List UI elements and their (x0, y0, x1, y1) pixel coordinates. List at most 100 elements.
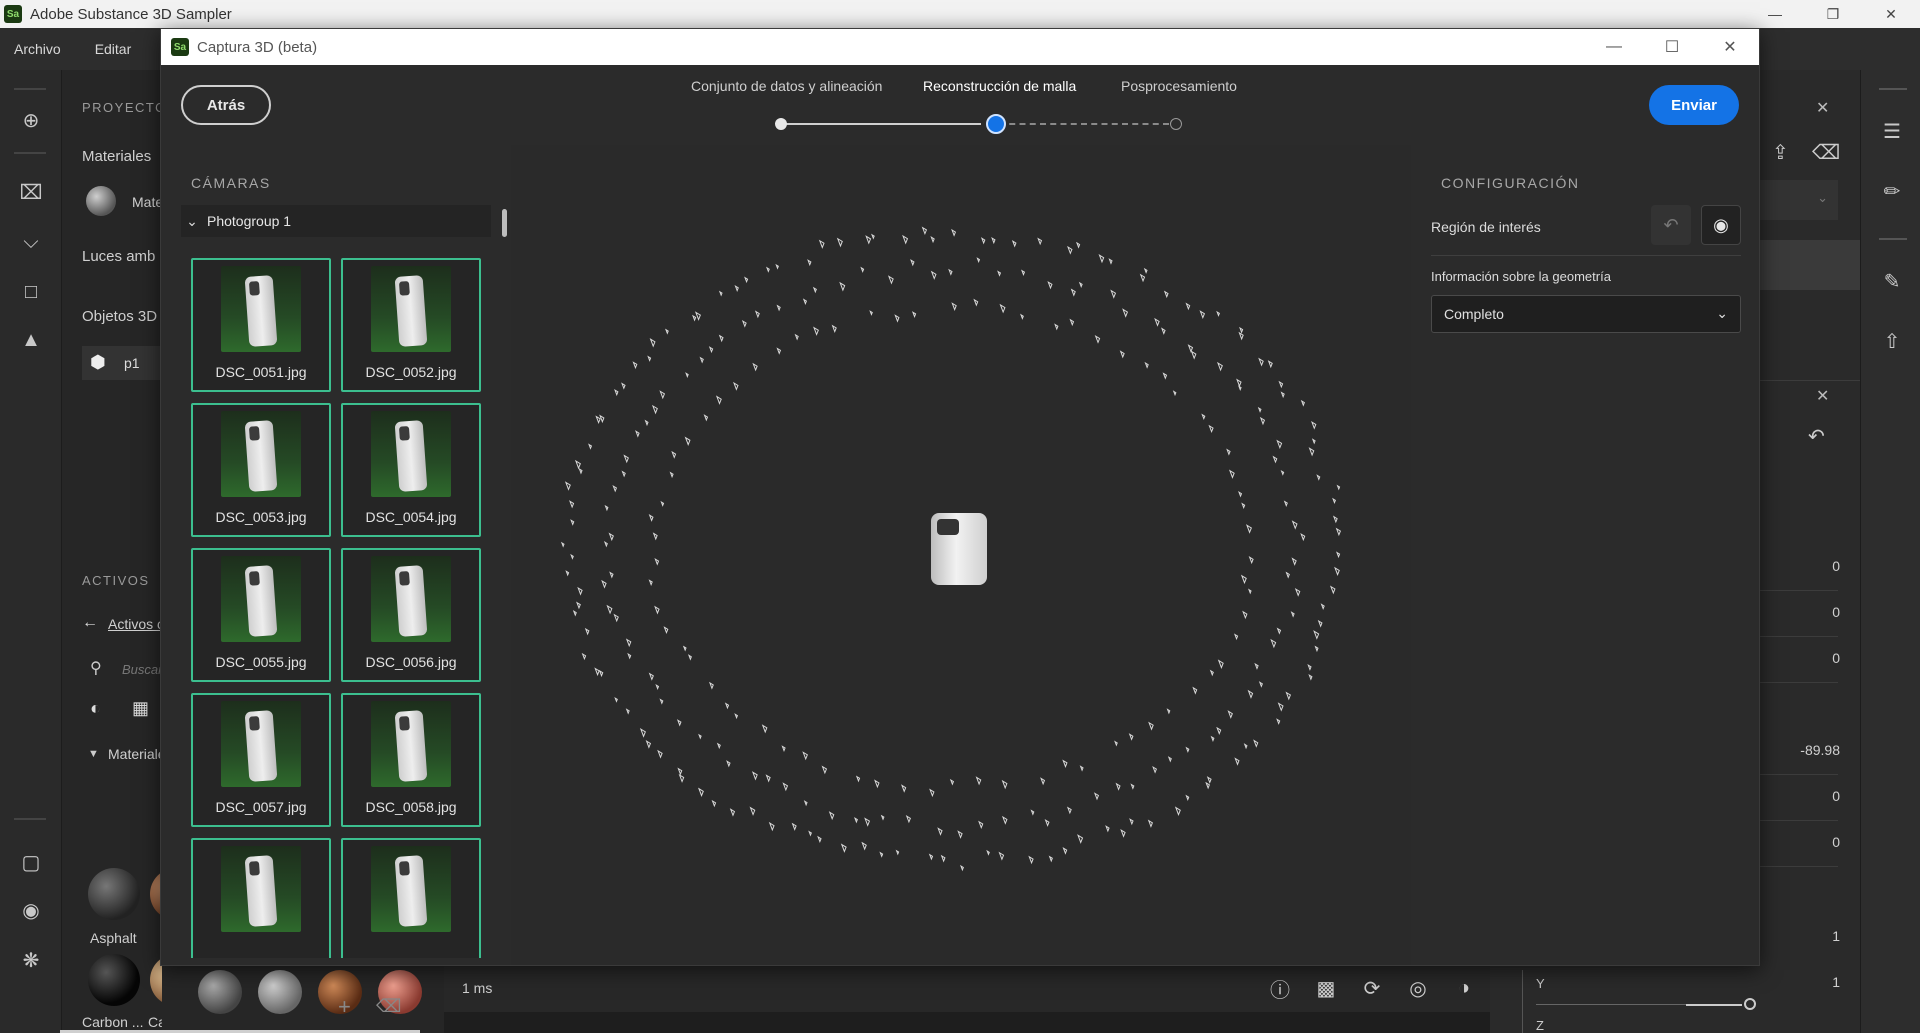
chevron-down-icon[interactable]: ⌄ (181, 213, 203, 230)
camera-thumb[interactable] (191, 838, 331, 958)
menu-archivo[interactable]: Archivo (0, 41, 75, 57)
3d-viewport[interactable] (511, 145, 1411, 965)
photogroup-header[interactable]: ⌄ Photogroup 1 (181, 205, 491, 237)
reconstructed-object[interactable] (931, 513, 987, 585)
menu-editar[interactable]: Editar (81, 41, 146, 57)
camera-marker (621, 382, 626, 390)
assets-link[interactable]: Activos c (108, 616, 164, 632)
orbit-icon[interactable]: ⟳ (1358, 974, 1386, 1002)
image-filter-icon[interactable]: ▦ (132, 698, 149, 719)
search-input[interactable]: Buscar (122, 662, 162, 677)
ruler-icon[interactable]: ✏ (1879, 178, 1905, 204)
close-icon[interactable]: ✕ (1816, 386, 1829, 406)
scale-value[interactable]: 1 (1832, 928, 1840, 944)
camera-marker (895, 849, 900, 856)
stamp-icon[interactable]: ▲ (19, 328, 43, 352)
add-icon[interactable]: + (338, 994, 351, 1020)
transform-value[interactable]: 0 (1832, 604, 1840, 620)
object-row[interactable]: ⬢ p1 (82, 346, 162, 380)
y-slider-handle[interactable] (1744, 998, 1756, 1010)
close-icon[interactable]: ✕ (1701, 29, 1759, 65)
camera-marker (1162, 372, 1168, 380)
step-dataset-label[interactable]: Conjunto de datos y alineación (691, 78, 882, 94)
back-button[interactable]: Atrás (181, 85, 271, 125)
material-thumb[interactable] (86, 186, 116, 216)
send-button[interactable]: Enviar (1649, 85, 1739, 125)
environment-icon[interactable]: ◑ (1450, 974, 1478, 1002)
camera-marker (1114, 740, 1118, 747)
back-arrow-icon[interactable]: ← (82, 614, 98, 632)
material-thumb[interactable] (258, 970, 302, 1014)
export-icon[interactable]: ⇪ (1772, 140, 1789, 165)
camera-thumb[interactable]: DSC_0058.jpg (341, 693, 481, 827)
palette-icon[interactable]: ◉ (19, 898, 43, 922)
camera-thumb[interactable]: DSC_0051.jpg (191, 258, 331, 392)
camera-marker (716, 742, 721, 750)
camera-thumb[interactable]: DSC_0056.jpg (341, 548, 481, 682)
camera-thumb[interactable]: DSC_0057.jpg (191, 693, 331, 827)
camera-thumb[interactable]: DSC_0052.jpg (341, 258, 481, 392)
highlight-row[interactable] (1760, 240, 1860, 290)
step-postprocess-dot[interactable] (1170, 118, 1182, 130)
camera-marker (949, 778, 955, 786)
camera-thumb[interactable]: DSC_0054.jpg (341, 403, 481, 537)
rotation-value[interactable]: 0 (1832, 834, 1840, 850)
add-icon[interactable]: ⊕ (19, 108, 43, 132)
camera-thumb[interactable]: DSC_0053.jpg (191, 403, 331, 537)
perspective-icon[interactable]: ⌵ (19, 230, 43, 254)
minimize-icon[interactable]: — (1746, 0, 1804, 28)
step-mesh-label[interactable]: Reconstrucción de malla (923, 78, 1076, 94)
nodes-icon[interactable]: ❋ (19, 948, 43, 972)
transform-icon[interactable]: □ (19, 280, 43, 304)
reset-icon[interactable]: ↶ (1651, 205, 1691, 245)
step-dataset-dot[interactable] (775, 118, 787, 130)
camera-thumb[interactable]: DSC_0055.jpg (191, 548, 331, 682)
carbon-material[interactable] (88, 954, 140, 1006)
crop-icon[interactable]: ⌧ (19, 180, 43, 204)
transform-value[interactable]: 0 (1832, 650, 1840, 666)
camera-marker (1129, 818, 1134, 826)
step-mesh-dot[interactable] (986, 114, 1006, 134)
share-icon[interactable]: ⇧ (1879, 328, 1905, 354)
material-filter-icon[interactable]: ◐ (90, 698, 101, 719)
camera-marker (781, 745, 786, 752)
camera-marker (685, 372, 689, 378)
eye-icon[interactable]: ◉ (1701, 205, 1741, 245)
scrollbar[interactable] (502, 209, 507, 237)
minimize-icon[interactable]: — (1585, 29, 1643, 65)
camera-thumb[interactable] (341, 838, 481, 958)
info-icon[interactable]: ⓘ (1266, 974, 1294, 1002)
maximize-icon[interactable]: ☐ (1643, 29, 1701, 65)
trash-icon[interactable]: ⌫ (376, 996, 401, 1017)
camera-marker (1238, 331, 1244, 341)
reset-icon[interactable]: ↶ (1808, 424, 1825, 449)
camera-marker (588, 443, 593, 450)
restore-icon[interactable]: ❐ (1804, 0, 1862, 28)
trash-icon[interactable]: ⌫ (1812, 140, 1840, 165)
camera-marker (765, 774, 771, 783)
chevron-down-icon[interactable]: ▼ (88, 748, 99, 760)
material-item[interactable]: Mate (132, 194, 163, 210)
camera-marker (676, 719, 682, 727)
material-thumb[interactable] (198, 970, 242, 1014)
adjustments-icon[interactable]: ☰ (1879, 118, 1905, 144)
display-settings-icon[interactable]: ▢ (19, 850, 43, 874)
transform-value[interactable]: 0 (1832, 558, 1840, 574)
camera-marker (625, 708, 630, 715)
edit-document-icon[interactable]: ✎ (1879, 268, 1905, 294)
scale-value[interactable]: 1 (1832, 974, 1840, 990)
geometry-select[interactable]: Completo ⌄ (1431, 295, 1741, 333)
close-icon[interactable]: ✕ (1816, 98, 1829, 118)
rotation-value[interactable]: 0 (1832, 788, 1840, 804)
asphalt-material[interactable] (88, 868, 140, 920)
camera-marker (1320, 603, 1325, 610)
camera-marker (614, 696, 618, 703)
camera-marker (1185, 746, 1190, 753)
camera-icon[interactable]: ▩ (1312, 974, 1340, 1002)
camera-marker (654, 557, 660, 566)
rotation-value[interactable]: -89.98 (1800, 742, 1840, 758)
dropdown[interactable]: ⌄ (1760, 180, 1838, 220)
grid-icon[interactable]: ◎ (1404, 974, 1432, 1002)
close-icon[interactable]: ✕ (1862, 0, 1920, 28)
step-postprocess-label[interactable]: Posprocesamiento (1121, 78, 1237, 94)
